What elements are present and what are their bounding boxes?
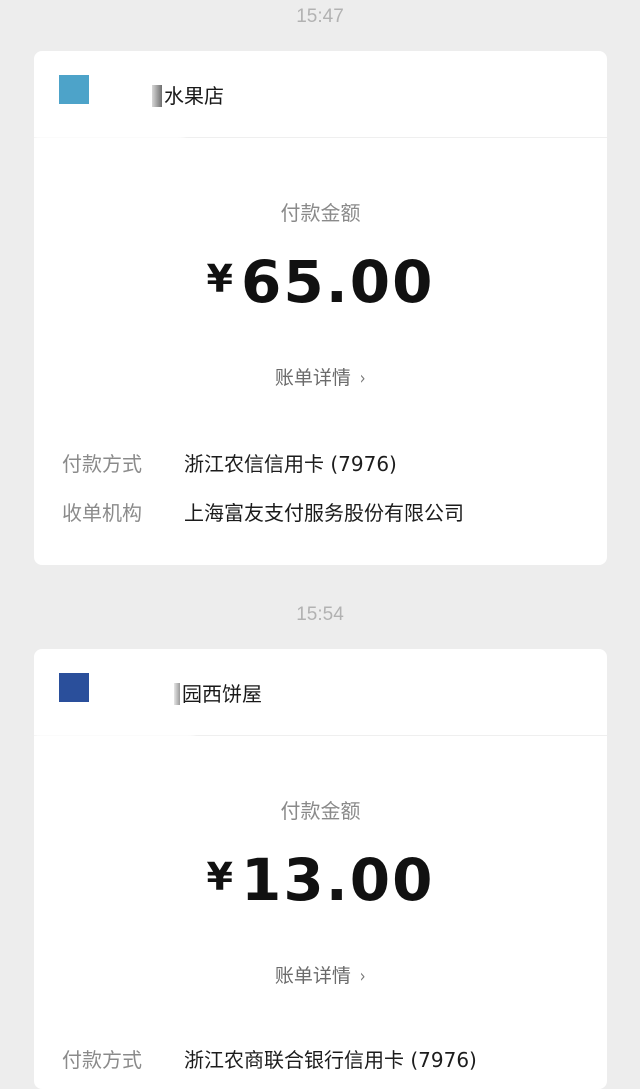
message-timestamp: 15:47 [296,6,344,27]
merchant-logo [59,75,89,104]
bill-detail-label: 账单详情 [274,965,351,987]
payment-amount: ¥13.00 [34,846,607,914]
payment-card[interactable]: 水果店 付款金额 ¥65.00 账单详情 › 付款方式 浙江农信信用卡 (7976… [34,51,607,565]
merchant-header[interactable]: 水果店 [34,51,607,146]
currency-symbol: ¥ [206,855,233,899]
merchant-name-label: 园西饼屋 [182,682,262,706]
payment-amount: ¥65.00 [34,248,607,316]
currency-symbol: ¥ [206,257,233,301]
bill-detail-label: 账单详情 [274,367,351,389]
privacy-mask [152,85,162,107]
amount-label: 付款金额 [280,201,361,225]
payment-method-value: 浙江农信信用卡 (7976) [184,452,397,476]
privacy-mask [174,683,180,705]
merchant-header[interactable]: 园西饼屋 [34,649,607,744]
merchant-name[interactable]: 水果店 [152,80,224,109]
bill-detail-link[interactable]: 账单详情 › [34,961,607,988]
merchant-name-label: 水果店 [164,84,224,108]
payment-method-label: 付款方式 [62,1048,142,1072]
payment-card[interactable]: 园西饼屋 付款金额 ¥13.00 账单详情 › 付款方式 浙江农商联合银行信用卡 … [34,649,607,1089]
acquirer-value: 上海富友支付服务股份有限公司 [184,501,464,525]
chevron-right-icon: › [359,966,366,987]
privacy-blur [34,649,194,744]
acquirer-label: 收单机构 [62,501,142,525]
amount-label: 付款金额 [280,799,361,823]
message-timestamp: 15:54 [296,604,344,625]
payment-method-label: 付款方式 [62,452,142,476]
chevron-right-icon: › [359,368,366,389]
acquirer-row: 收单机构 上海富友支付服务股份有限公司 [62,497,592,527]
amount-value: 65.00 [240,248,435,316]
amount-value: 13.00 [240,846,435,914]
payment-method-row: 付款方式 浙江农商联合银行信用卡 (7976) [62,1044,592,1074]
merchant-logo [59,673,89,702]
payment-method-value: 浙江农商联合银行信用卡 (7976) [184,1048,477,1072]
merchant-name[interactable]: 园西饼屋 [174,678,262,707]
payment-method-row: 付款方式 浙江农信信用卡 (7976) [62,448,592,478]
bill-detail-link[interactable]: 账单详情 › [34,363,607,390]
